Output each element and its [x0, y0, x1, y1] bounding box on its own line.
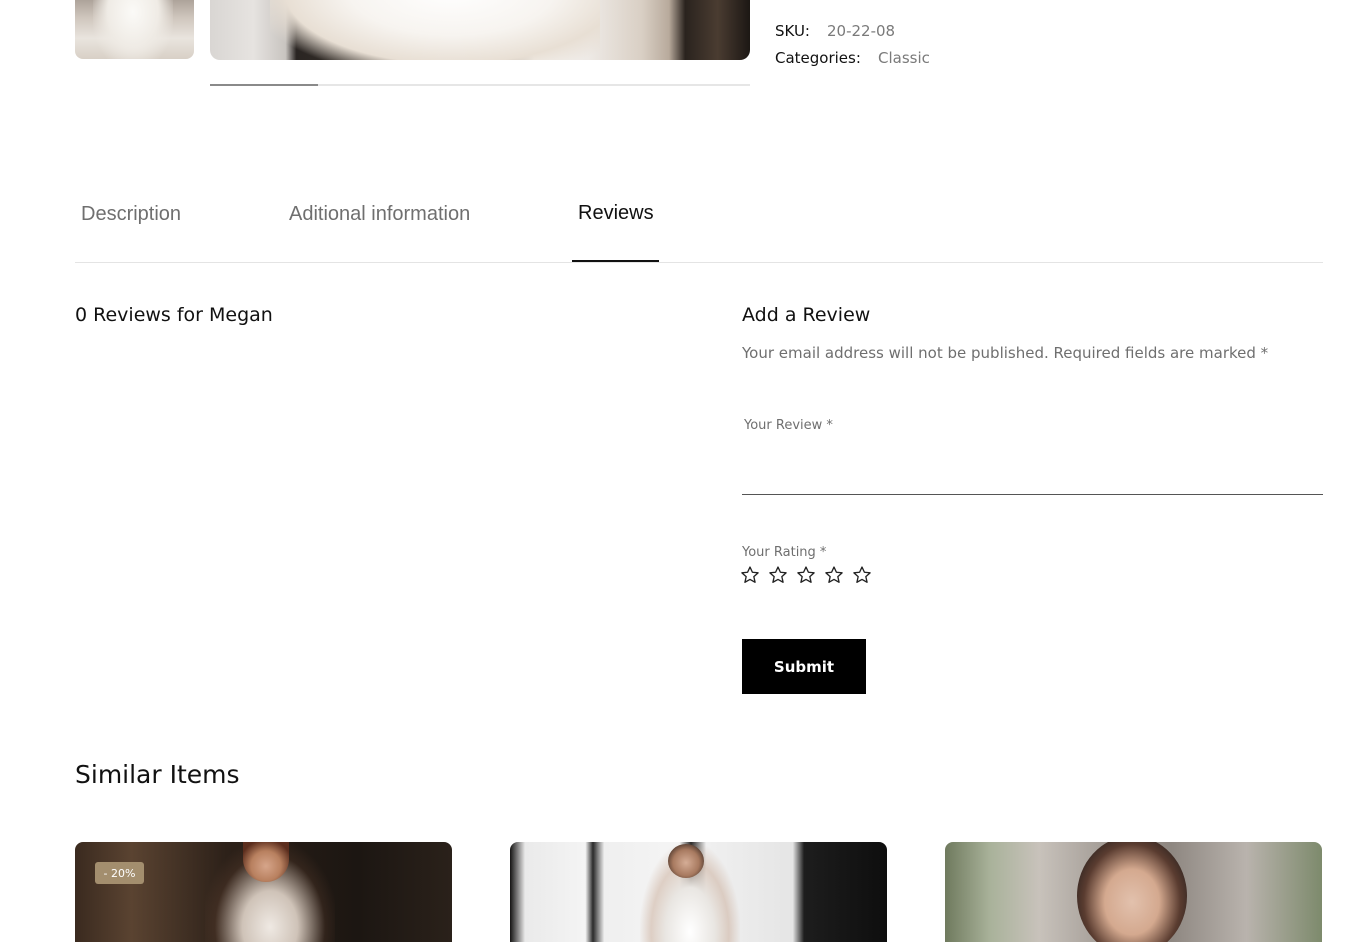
similar-item-card[interactable] [945, 842, 1322, 942]
tab-additional-information[interactable]: Aditional information [289, 203, 470, 226]
gallery-thumbnail[interactable] [75, 0, 194, 59]
gallery-scrollbar-thumb[interactable] [210, 84, 318, 86]
tabs-divider [75, 262, 1323, 263]
tab-description[interactable]: Description [81, 203, 181, 226]
similar-items-title: Similar Items [75, 760, 240, 789]
gown-image [270, 0, 600, 60]
gallery-main-image [210, 0, 750, 60]
reviews-count-heading: 0 Reviews for Megan [75, 304, 273, 326]
add-review-title: Add a Review [742, 304, 871, 326]
model-head [668, 844, 704, 878]
rating-field-label: Your Rating * [742, 545, 827, 560]
active-tab-indicator [572, 260, 659, 262]
star-icon[interactable] [824, 565, 844, 585]
dress-image [93, 0, 173, 59]
star-icon[interactable] [796, 565, 816, 585]
category-link[interactable]: Classic [878, 49, 930, 67]
review-textarea[interactable] [742, 440, 1323, 495]
tab-reviews[interactable]: Reviews [578, 202, 654, 225]
model-portrait [1077, 842, 1187, 942]
similar-item-card[interactable] [75, 842, 452, 942]
review-field-label: Your Review * [744, 418, 833, 433]
star-icon[interactable] [768, 565, 788, 585]
star-icon[interactable] [740, 565, 760, 585]
star-icon[interactable] [852, 565, 872, 585]
submit-button[interactable]: Submit [742, 639, 866, 694]
required-fields-note: Your email address will not be published… [742, 344, 1269, 362]
rating-stars[interactable] [740, 565, 872, 585]
categories-label: Categories: [775, 49, 861, 67]
similar-item-card[interactable] [510, 842, 887, 942]
discount-badge: - 20% [95, 862, 144, 884]
sku-label: SKU: [775, 22, 810, 40]
sku-value: 20-22-08 [827, 22, 896, 40]
